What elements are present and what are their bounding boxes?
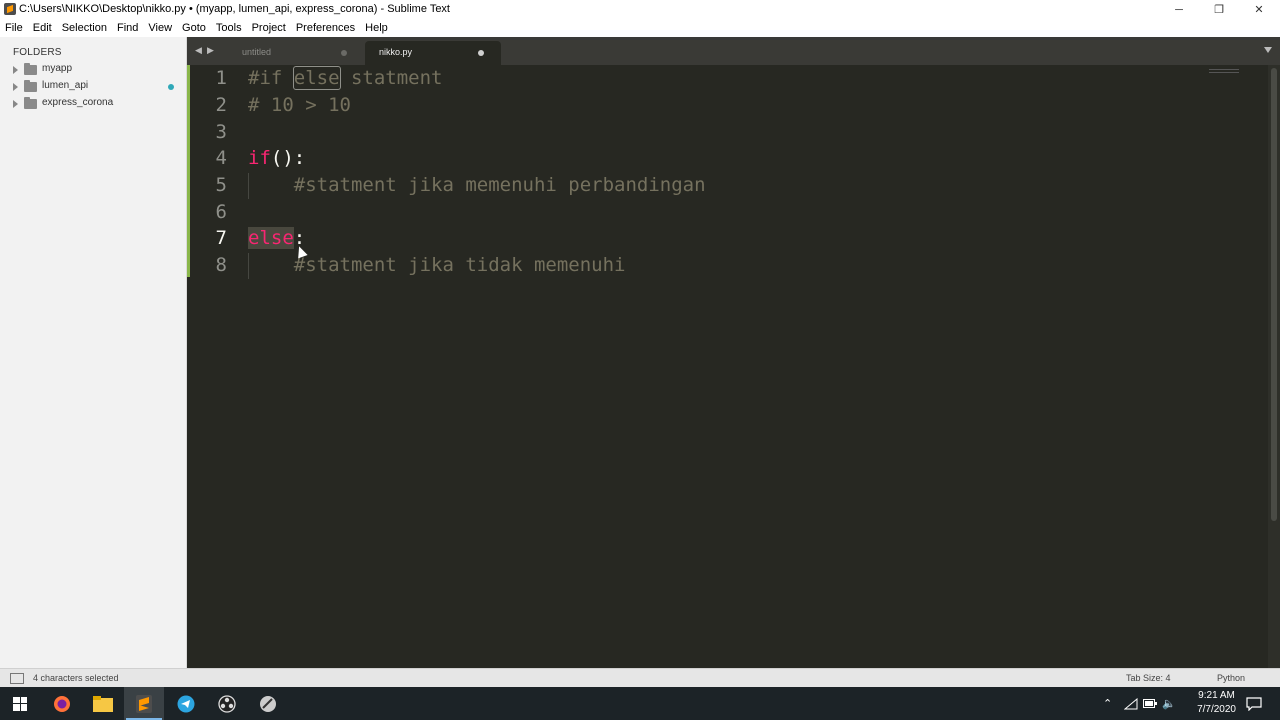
clock-time: 9:21 AM — [1198, 690, 1235, 701]
folders-header: FOLDERS — [13, 47, 62, 58]
tab-prev-icon[interactable]: ◀ — [195, 45, 202, 56]
file-explorer-taskbar-icon[interactable] — [83, 687, 123, 720]
menu-help[interactable]: Help — [360, 19, 393, 37]
unsaved-dot-icon[interactable] — [478, 50, 484, 56]
code-token: # 10 > 10 — [248, 94, 351, 116]
firefox-taskbar-icon[interactable] — [42, 687, 82, 720]
menu-bar: File Edit Selection Find View Goto Tools… — [0, 19, 1280, 37]
code-line[interactable]: 4 if(): — [187, 145, 1268, 171]
tab-size-status[interactable]: Tab Size: 4 — [1126, 673, 1171, 683]
show-hidden-icons-icon[interactable]: ⌃ — [1103, 687, 1112, 720]
minimize-button[interactable]: ─ — [1160, 0, 1198, 19]
menu-preferences[interactable]: Preferences — [291, 19, 360, 37]
menu-goto[interactable]: Goto — [177, 19, 211, 37]
code-token: if — [248, 147, 271, 169]
code-token: (): — [270, 147, 306, 169]
modified-dot-icon — [168, 84, 174, 90]
notifications-icon[interactable] — [1246, 687, 1262, 720]
code-line-current[interactable]: 7 else: — [187, 225, 1268, 251]
expand-arrow-icon[interactable] — [13, 66, 18, 74]
syntax-status[interactable]: Python — [1217, 673, 1245, 683]
unsaved-dot-icon[interactable] — [341, 50, 347, 56]
close-button[interactable]: ✕ — [1240, 0, 1278, 19]
tab-label: nikko.py — [379, 47, 413, 57]
folder-name: express_corona — [42, 97, 114, 108]
status-bar: 4 characters selected Tab Size: 4 Python — [0, 668, 1280, 688]
folder-name: myapp — [42, 63, 73, 74]
volume-icon[interactable]: 🔈 — [1162, 687, 1176, 720]
app-taskbar-icon[interactable] — [248, 687, 288, 720]
start-button[interactable] — [0, 687, 40, 720]
menu-view[interactable]: View — [143, 19, 177, 37]
editor-scrollbar[interactable] — [1268, 65, 1280, 668]
menu-selection[interactable]: Selection — [57, 19, 112, 37]
title-bar: C:\Users\NIKKO\Desktop\nikko.py • (myapp… — [0, 0, 1280, 19]
selection-status: 4 characters selected — [33, 673, 119, 683]
windows-logo-icon — [13, 696, 27, 711]
code-token: #statment jika tidak memenuhi — [248, 254, 626, 276]
expand-arrow-icon[interactable] — [13, 100, 18, 108]
sidebar-folder-express-corona[interactable]: express_corona — [0, 96, 186, 113]
folder-icon — [24, 97, 37, 109]
sublime-taskbar-icon[interactable] — [124, 687, 164, 720]
menu-project[interactable]: Project — [247, 19, 291, 37]
line-number: 5 — [215, 174, 227, 196]
expand-arrow-icon[interactable] — [13, 83, 18, 91]
code-line[interactable]: 3 — [187, 119, 1268, 145]
sublime-app-icon — [4, 3, 16, 15]
menu-file[interactable]: File — [0, 19, 28, 37]
tab-menu-icon[interactable] — [1264, 47, 1272, 53]
menu-edit[interactable]: Edit — [28, 19, 57, 37]
tab-untitled[interactable]: untitled — [230, 41, 358, 65]
folder-icon — [24, 80, 37, 92]
obs-taskbar-icon[interactable] — [207, 687, 247, 720]
code-line[interactable]: 8 #statment jika tidak memenuhi — [187, 252, 1268, 278]
code-token: statment — [339, 67, 443, 89]
windows-taskbar: ⌃ 🔈 9:21 AM 7/7/2020 — [0, 687, 1280, 720]
code-line[interactable]: 5 #statment jika memenuhi perbandingan — [187, 172, 1268, 198]
selected-text: else — [248, 227, 294, 249]
line-number: 8 — [215, 254, 227, 276]
menu-tools[interactable]: Tools — [211, 19, 247, 37]
line-number: 6 — [215, 201, 227, 223]
folder-name: lumen_api — [42, 80, 89, 91]
code-editor[interactable]: 1 #if else statment 2 # 10 > 10 3 4 if()… — [187, 65, 1268, 668]
sidebar: FOLDERS myapp lumen_api express_corona — [0, 37, 186, 668]
network-icon[interactable] — [1124, 687, 1138, 720]
clock-date: 7/7/2020 — [1197, 704, 1236, 715]
scrollbar-thumb[interactable] — [1271, 68, 1277, 521]
battery-icon[interactable] — [1143, 687, 1157, 720]
folder-icon — [24, 63, 37, 75]
line-number: 4 — [215, 147, 227, 169]
tab-nikko-py[interactable]: nikko.py — [365, 41, 501, 65]
line-number: 7 — [215, 227, 227, 249]
sidebar-folder-myapp[interactable]: myapp — [0, 62, 186, 79]
line-number: 2 — [215, 94, 227, 116]
code-token: #if — [248, 67, 294, 89]
menu-find[interactable]: Find — [112, 19, 143, 37]
code-line[interactable]: 2 # 10 > 10 — [187, 92, 1268, 118]
telegram-taskbar-icon[interactable] — [166, 687, 206, 720]
line-number: 1 — [215, 67, 227, 89]
tab-next-icon[interactable]: ▶ — [207, 45, 214, 56]
taskbar-clock[interactable]: 9:21 AM 7/7/2020 — [1197, 689, 1236, 717]
code-line[interactable]: 6 — [187, 199, 1268, 225]
sidebar-folder-lumen-api[interactable]: lumen_api — [0, 79, 186, 96]
panel-toggle-icon[interactable] — [10, 673, 24, 684]
code-line[interactable]: 1 #if else statment — [187, 65, 1268, 91]
tab-bar: ◀ ▶ untitled nikko.py — [187, 37, 1280, 65]
window-title: C:\Users\NIKKO\Desktop\nikko.py • (myapp… — [19, 3, 450, 15]
line-number: 3 — [215, 121, 227, 143]
code-token: #statment jika memenuhi perbandingan — [248, 174, 706, 196]
tab-label: untitled — [242, 47, 272, 57]
code-token-match: else — [292, 66, 341, 90]
restore-button[interactable]: ❐ — [1200, 0, 1238, 19]
